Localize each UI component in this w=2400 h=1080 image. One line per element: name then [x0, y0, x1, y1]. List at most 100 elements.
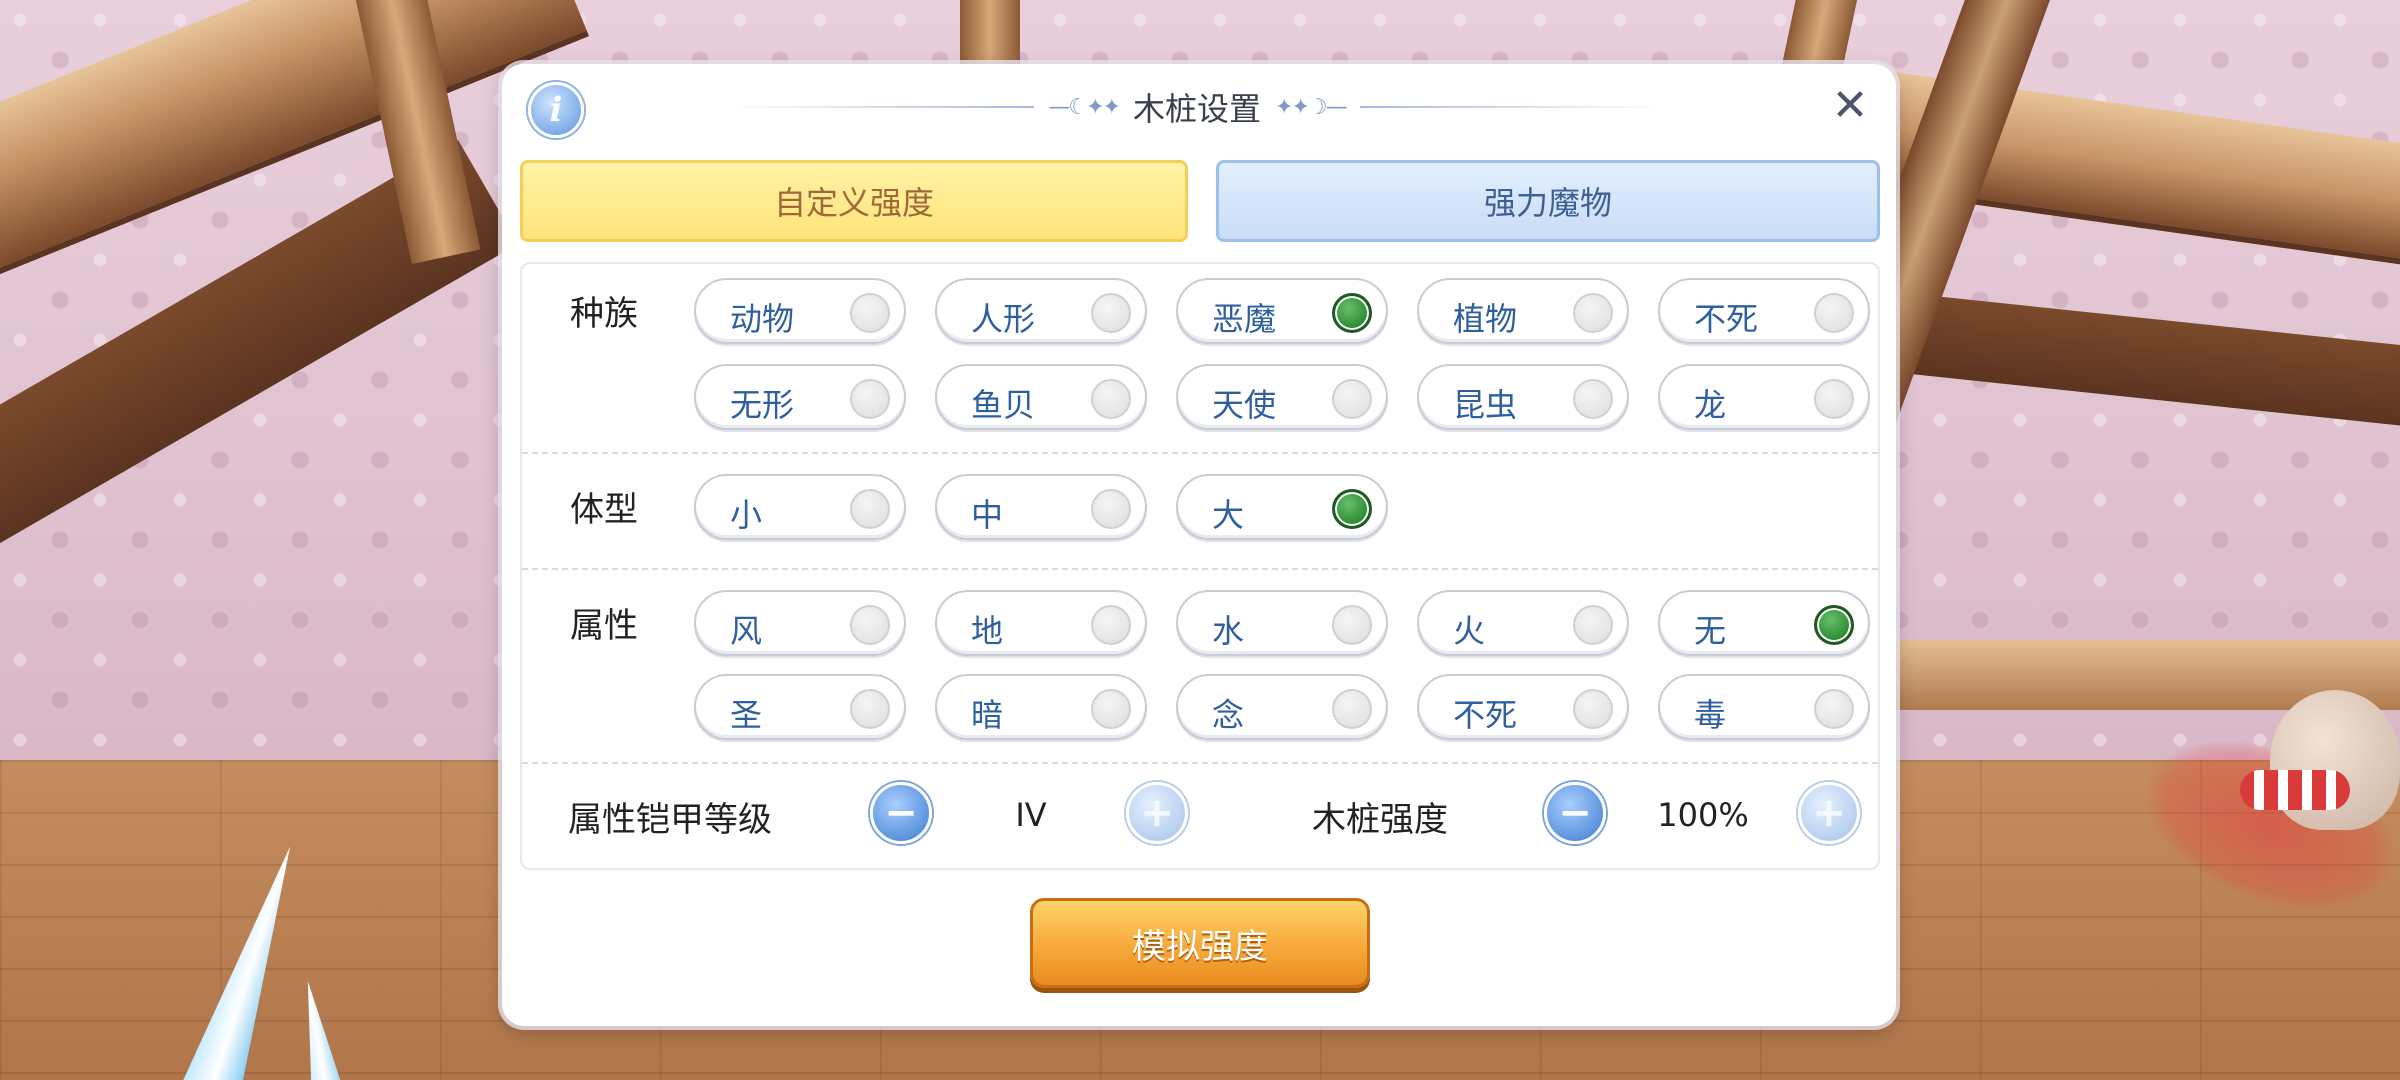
- settings-panel: 种族 动物 人形 恶魔 植物 不死 无形 鱼贝 天使 昆虫 龙 体型 小 中 大…: [520, 262, 1880, 870]
- element-option-water[interactable]: 水: [1176, 590, 1388, 656]
- race-option-animal[interactable]: 动物: [694, 278, 906, 344]
- radio-indicator: [1573, 605, 1613, 645]
- minus-icon: −: [1558, 790, 1592, 836]
- radio-indicator: [1332, 379, 1372, 419]
- race-option-humanoid[interactable]: 人形: [935, 278, 1147, 344]
- info-icon: i: [549, 90, 563, 130]
- plus-icon: +: [1140, 790, 1174, 836]
- option-label: 念: [1212, 696, 1245, 734]
- element-option-neutral[interactable]: 无: [1658, 590, 1870, 656]
- element-label: 属性: [570, 606, 638, 646]
- section-divider: [522, 762, 1878, 764]
- element-option-undead[interactable]: 不死: [1417, 674, 1629, 740]
- dummy-strength-increase-button[interactable]: +: [1798, 782, 1860, 844]
- dummy-strength-decrease-button[interactable]: −: [1544, 782, 1606, 844]
- race-option-demon[interactable]: 恶魔: [1176, 278, 1388, 344]
- size-option-small[interactable]: 小: [694, 474, 906, 540]
- simulate-strength-button[interactable]: 模拟强度: [1030, 898, 1370, 988]
- option-label: 无: [1694, 612, 1727, 650]
- armor-level-increase-button[interactable]: +: [1126, 782, 1188, 844]
- option-label: 地: [971, 612, 1004, 650]
- radio-indicator-selected: [1814, 605, 1854, 645]
- radio-indicator: [1573, 689, 1613, 729]
- size-option-medium[interactable]: 中: [935, 474, 1147, 540]
- option-label: 圣: [730, 696, 763, 734]
- race-option-plant[interactable]: 植物: [1417, 278, 1629, 344]
- option-label: 毒: [1694, 696, 1727, 734]
- info-button[interactable]: i: [528, 82, 584, 138]
- option-label: 人形: [971, 300, 1036, 338]
- dummy-settings-dialog: i —☾✦✦ 木桩设置 ✦✦☽— ✕ 自定义强度 强力魔物 种族 动物 人形 恶…: [502, 64, 1896, 1026]
- option-label: 龙: [1694, 386, 1727, 424]
- radio-indicator: [850, 689, 890, 729]
- radio-indicator: [1814, 689, 1854, 729]
- armor-level-value: IV: [1015, 796, 1047, 834]
- dialog-title: 木桩设置: [1133, 90, 1262, 128]
- element-option-dark[interactable]: 暗: [935, 674, 1147, 740]
- tab-strong-monster[interactable]: 强力魔物: [1216, 160, 1880, 242]
- monster-scarf: [2240, 770, 2350, 810]
- size-option-large[interactable]: 大: [1176, 474, 1388, 540]
- moon-ornament-left-icon: —☾✦✦: [1048, 94, 1121, 120]
- title-divider-right: [1359, 106, 1663, 108]
- option-label: 小: [730, 496, 763, 534]
- radio-indicator-selected: [1332, 293, 1372, 333]
- radio-indicator: [850, 605, 890, 645]
- radio-indicator: [1091, 293, 1131, 333]
- title-divider-left: [732, 106, 1035, 108]
- size-label: 体型: [570, 490, 638, 530]
- race-label: 种族: [570, 294, 638, 334]
- option-label: 昆虫: [1453, 386, 1518, 424]
- option-label: 植物: [1453, 300, 1518, 338]
- element-option-fire[interactable]: 火: [1417, 590, 1629, 656]
- race-option-dragon[interactable]: 龙: [1658, 364, 1870, 430]
- tab-label: 自定义强度: [773, 184, 934, 222]
- option-label: 水: [1212, 612, 1245, 650]
- element-option-earth[interactable]: 地: [935, 590, 1147, 656]
- armor-level-decrease-button[interactable]: −: [870, 782, 932, 844]
- element-option-poison[interactable]: 毒: [1658, 674, 1870, 740]
- option-label: 风: [730, 612, 763, 650]
- dummy-strength-value: 100%: [1657, 796, 1749, 834]
- radio-indicator: [850, 293, 890, 333]
- radio-indicator-selected: [1332, 489, 1372, 529]
- radio-indicator: [850, 379, 890, 419]
- race-option-undead[interactable]: 不死: [1658, 278, 1870, 344]
- option-label: 中: [971, 496, 1004, 534]
- element-option-holy[interactable]: 圣: [694, 674, 906, 740]
- section-divider: [522, 568, 1878, 570]
- radio-indicator: [1332, 605, 1372, 645]
- option-label: 无形: [730, 386, 795, 424]
- close-button[interactable]: ✕: [1826, 82, 1874, 130]
- element-option-wind[interactable]: 风: [694, 590, 906, 656]
- race-option-angel[interactable]: 天使: [1176, 364, 1388, 430]
- option-label: 鱼贝: [971, 386, 1036, 424]
- radio-indicator: [1814, 379, 1854, 419]
- radio-indicator: [1091, 489, 1131, 529]
- option-label: 恶魔: [1212, 300, 1277, 338]
- radio-indicator: [1091, 379, 1131, 419]
- radio-indicator: [1573, 293, 1613, 333]
- option-label: 不死: [1694, 300, 1759, 338]
- dummy-strength-label: 木桩强度: [1312, 800, 1448, 840]
- plus-icon: +: [1812, 790, 1846, 836]
- radio-indicator: [1332, 689, 1372, 729]
- option-label: 火: [1453, 612, 1486, 650]
- minus-icon: −: [884, 790, 918, 836]
- tab-label: 强力魔物: [1483, 184, 1612, 222]
- button-label: 模拟强度: [1132, 926, 1268, 967]
- section-divider: [522, 452, 1878, 454]
- race-option-insect[interactable]: 昆虫: [1417, 364, 1629, 430]
- race-option-formless[interactable]: 无形: [694, 364, 906, 430]
- option-label: 不死: [1453, 696, 1518, 734]
- radio-indicator: [1091, 605, 1131, 645]
- armor-level-label: 属性铠甲等级: [568, 800, 772, 840]
- radio-indicator: [1091, 689, 1131, 729]
- tab-custom-strength[interactable]: 自定义强度: [520, 160, 1188, 242]
- radio-indicator: [1814, 293, 1854, 333]
- element-option-ghost[interactable]: 念: [1176, 674, 1388, 740]
- option-label: 大: [1212, 496, 1245, 534]
- moon-ornament-right-icon: ✦✦☽—: [1275, 94, 1348, 120]
- race-option-fish[interactable]: 鱼贝: [935, 364, 1147, 430]
- option-label: 天使: [1212, 386, 1277, 424]
